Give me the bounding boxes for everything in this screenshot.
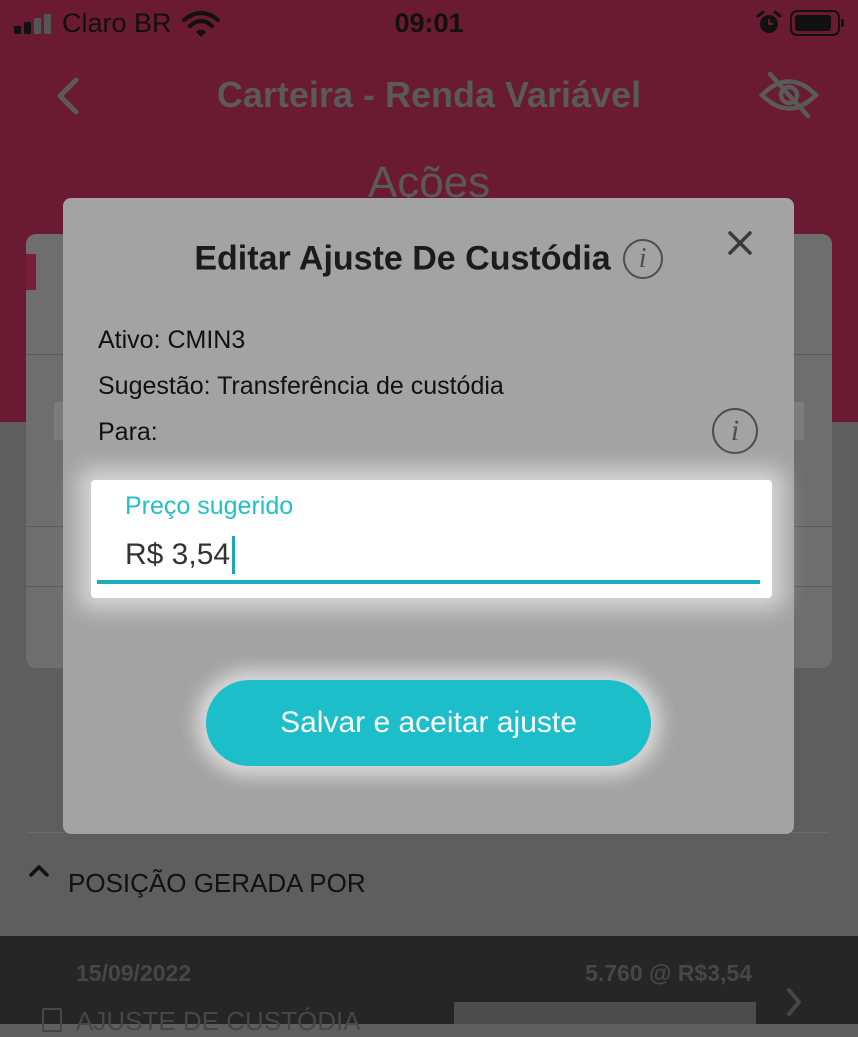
card-marker	[26, 254, 36, 290]
status-bar: Claro BR 09:01	[0, 0, 858, 48]
clock: 09:01	[394, 8, 464, 38]
dialog-title: Editar Ajuste De Custódia i	[63, 238, 794, 280]
close-icon[interactable]	[725, 228, 755, 258]
dialog-title-text: Editar Ajuste De Custódia	[194, 239, 611, 278]
chevron-up-icon[interactable]	[28, 862, 50, 878]
info-icon[interactable]: i	[622, 239, 663, 280]
price-field-label: Preço sugerido	[125, 492, 294, 520]
document-icon	[42, 1008, 62, 1032]
chevron-right-icon[interactable]	[784, 986, 804, 1018]
suggested-price-input[interactable]: Preço sugerido R$ 3,54	[91, 480, 772, 598]
destination-info-icon[interactable]: i	[712, 408, 758, 454]
save-and-accept-button[interactable]: Salvar e aceitar ajuste	[206, 680, 651, 766]
price-field-value-row[interactable]: R$ 3,54	[125, 536, 236, 574]
text-caret	[232, 536, 236, 574]
position-entry[interactable]: 15/09/2022 5.760 @ R$3,54 AJUSTE DE CUST…	[0, 936, 858, 1036]
destination-line: Para:	[98, 418, 158, 446]
alarm-icon	[756, 10, 782, 33]
asset-line: Ativo: CMIN3	[98, 326, 246, 354]
position-section-label[interactable]: POSIÇÃO GERADA POR	[68, 868, 366, 899]
entry-date: 15/09/2022	[76, 960, 192, 986]
entry-kind: AJUSTE DE CUSTÓDIA	[76, 1006, 361, 1036]
eye-off-icon[interactable]	[758, 70, 820, 120]
battery-icon	[790, 10, 844, 36]
price-field-value[interactable]: R$ 3,54	[125, 538, 230, 572]
entry-quantity: 5.760 @ R$3,54	[585, 960, 752, 986]
price-field-underline	[97, 580, 760, 584]
suggestion-line: Sugestão: Transferência de custódia	[98, 372, 504, 400]
edit-adjustment-dialog: Editar Ajuste De Custódia i Ativo: CMIN3 …	[63, 198, 794, 834]
page-title: Carteira - Renda Variável	[216, 74, 642, 115]
entry-bar	[454, 1002, 756, 1024]
